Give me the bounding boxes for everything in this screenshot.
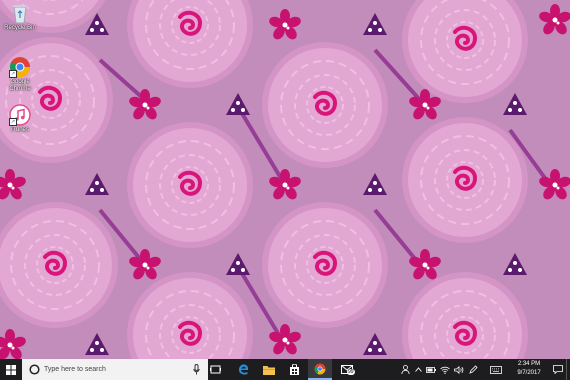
shortcut-arrow-icon: ↗ xyxy=(9,118,17,126)
pen-workspace-button[interactable] xyxy=(467,359,479,380)
battery-icon xyxy=(426,366,436,373)
clock-time: 2:34 PM xyxy=(517,361,541,367)
volume-button[interactable] xyxy=(453,359,465,380)
desktop-icon-itunes[interactable]: ↗ iTunes xyxy=(2,104,38,134)
folder-icon xyxy=(263,365,275,375)
mail-badge: 99 xyxy=(347,369,355,375)
keyboard-icon xyxy=(490,365,502,374)
taskbar-app-mail[interactable]: 99 xyxy=(335,359,359,380)
clock-date: 9/7/2017 xyxy=(517,370,541,376)
speaker-icon xyxy=(454,365,464,374)
taskbar: Type here to search 99 2:34 PM 9/7/2017 xyxy=(0,359,570,380)
desktop: Recycle Bin ↗ Google Chrome ↗ iTunes xyxy=(0,0,570,359)
show-hidden-icons-button[interactable] xyxy=(413,359,423,380)
taskbar-app-file-explorer[interactable] xyxy=(258,359,280,380)
chevron-up-icon xyxy=(414,367,422,372)
taskbar-app-chrome[interactable] xyxy=(308,359,332,380)
desktop-icon-google-chrome[interactable]: ↗ Google Chrome xyxy=(2,56,38,93)
windows-logo-icon xyxy=(6,364,16,375)
itunes-icon: ↗ xyxy=(9,104,31,126)
people-button[interactable] xyxy=(400,359,410,380)
network-button[interactable] xyxy=(439,359,451,380)
taskbar-app-store[interactable] xyxy=(283,359,305,380)
desktop-icon-label: iTunes xyxy=(11,127,29,133)
battery-button[interactable] xyxy=(425,359,437,380)
touch-keyboard-button[interactable] xyxy=(489,359,503,380)
people-icon xyxy=(400,365,410,374)
action-center-button[interactable] xyxy=(551,359,565,380)
recycle-bin-icon xyxy=(9,2,31,24)
task-view-button[interactable] xyxy=(205,359,225,380)
notification-icon xyxy=(553,365,563,374)
taskbar-search-box[interactable]: Type here to search xyxy=(22,359,208,380)
desktop-icon-recycle-bin[interactable]: Recycle Bin xyxy=(2,2,38,32)
desktop-icon-label: Google Chrome xyxy=(9,79,31,92)
task-view-icon xyxy=(209,365,221,374)
google-chrome-icon: ↗ xyxy=(9,56,31,78)
store-bag-icon xyxy=(289,364,299,375)
taskbar-app-edge[interactable] xyxy=(232,359,254,380)
desktop-icon-label: Recycle Bin xyxy=(4,25,36,31)
show-desktop-button[interactable] xyxy=(566,359,570,380)
wallpaper xyxy=(0,0,570,359)
microphone-icon[interactable] xyxy=(193,364,200,375)
cortana-icon xyxy=(29,364,40,375)
search-placeholder: Type here to search xyxy=(44,366,106,373)
wifi-icon xyxy=(440,366,450,374)
chrome-icon xyxy=(314,363,326,374)
start-button[interactable] xyxy=(0,359,22,380)
shortcut-arrow-icon: ↗ xyxy=(9,70,17,78)
pen-icon xyxy=(468,365,478,374)
edge-icon xyxy=(238,364,248,375)
